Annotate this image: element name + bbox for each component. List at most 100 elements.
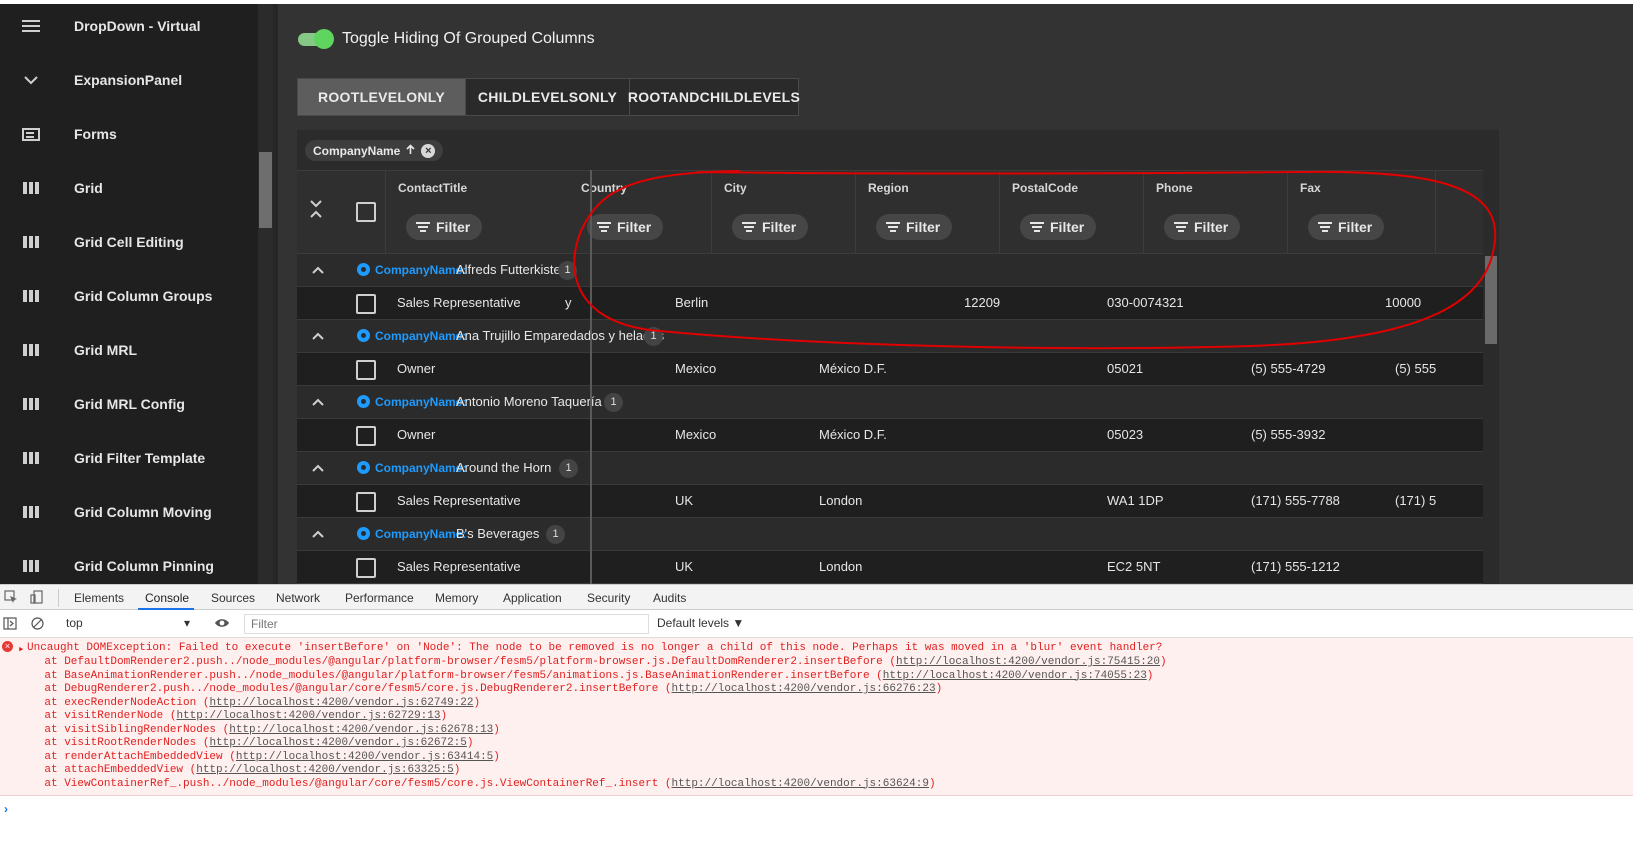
sidebar-item-grid-column-groups[interactable]: Grid Column Groups [0,268,258,324]
stack-frame-link[interactable]: http://localhost:4200/vendor.js:62672:5 [209,737,466,749]
stack-frame-link[interactable]: http://localhost:4200/vendor.js:75415:20 [896,656,1160,668]
expand-triangle-icon[interactable]: ▸ [18,642,25,656]
table-row[interactable]: Sales Representative UK London EC2 5NT (… [297,551,1483,584]
group-row[interactable]: CompanyName: Alfreds Futterkiste 1 [297,254,1483,287]
sidebar-item-grid-mrl[interactable]: Grid MRL [0,322,258,378]
sidebar-item-dropdown-virtual[interactable]: DropDown - Virtual [0,4,258,54]
table-row[interactable]: Sales Representative UK London WA1 1DP (… [297,485,1483,518]
stack-frame-link[interactable]: http://localhost:4200/vendor.js:66276:23 [672,683,936,695]
sidebar-item-grid-column-moving[interactable]: Grid Column Moving [0,484,258,540]
collapse-all-groups-icon[interactable] [309,199,323,221]
eye-icon[interactable] [214,617,230,632]
console-prompt[interactable]: › [4,802,8,816]
sidebar-scrollbar-thumb[interactable] [259,152,272,228]
chevron-up-icon[interactable] [311,458,325,479]
column-header-country[interactable]: Country Filter [567,171,711,253]
filter-button[interactable]: Filter [1020,214,1097,240]
row-checkbox[interactable] [356,294,376,314]
column-header-region[interactable]: Region Filter [855,171,999,253]
row-checkbox[interactable] [356,360,376,380]
sidebar-item-grid-cell-editing[interactable]: Grid Cell Editing [0,214,258,270]
group-row[interactable]: CompanyName: Around the Horn 1 [297,452,1483,485]
chevron-up-icon[interactable] [311,260,325,281]
grid-header: ContactTitle Filter Country Filter City … [297,170,1483,254]
group-row[interactable]: CompanyName: B's Beverages 1 [297,518,1483,551]
table-row[interactable]: Owner Mexico México D.F. 05021 (5) 555-4… [297,353,1483,386]
cell-phone: (171) 555-1212 [1251,559,1340,574]
filter-button[interactable]: Filter [587,214,664,240]
column-header-city[interactable]: City Filter [711,171,855,253]
device-toolbar-icon[interactable] [30,590,44,607]
chevron-up-icon[interactable] [311,326,325,347]
stack-frame-link[interactable]: http://localhost:4200/vendor.js:63414:5 [236,751,493,763]
error-message[interactable]: Uncaught DOMException: Failed to execute… [27,642,1162,654]
stack-frame-link[interactable]: http://localhost:4200/vendor.js:74055:23 [883,670,1147,682]
stack-frame-link[interactable]: http://localhost:4200/vendor.js:62678:13 [229,724,493,736]
stack-frame-link[interactable]: http://localhost:4200/vendor.js:62749:22 [209,697,473,709]
filter-button[interactable]: Filter [1308,214,1385,240]
sidebar-item-grid[interactable]: Grid [0,160,258,216]
tab-network[interactable]: Network [276,591,320,605]
row-checkbox[interactable] [356,426,376,446]
clear-console-icon[interactable] [31,617,44,633]
filter-icon [416,222,430,232]
hide-grouped-columns-toggle[interactable] [298,28,334,50]
column-header-phone[interactable]: Phone Filter [1143,171,1287,253]
log-levels-dropdown[interactable]: Default levels ▼ [657,616,744,630]
stack-frame-link[interactable]: http://localhost:4200/vendor.js:62729:13 [176,710,440,722]
remove-group-icon[interactable]: × [421,143,436,158]
context-selector[interactable]: top ▾ [66,616,196,630]
inspect-element-icon[interactable] [4,590,18,607]
table-row[interactable]: Owner Mexico México D.F. 05023 (5) 555-3… [297,419,1483,452]
sidebar-toggle-icon[interactable] [3,617,17,633]
sidebar-item-grid-mrl-config[interactable]: Grid MRL Config [0,376,258,432]
group-row[interactable]: CompanyName: Antonio Moreno Taquería 1 [297,386,1483,419]
arrow-up-icon[interactable] [405,143,416,158]
error-icon: × [2,641,13,652]
childlevelsonly-button[interactable]: CHILDLEVELSONLY [466,79,630,115]
sidebar-item-expansionpanel[interactable]: ExpansionPanel [0,52,258,108]
column-header-fax[interactable]: Fax Filter [1287,171,1435,253]
rootlevelonly-button[interactable]: ROOTLEVELONLY [298,79,466,115]
group-icon [357,329,370,342]
grid-vertical-scrollbar[interactable] [1483,254,1499,584]
column-header-contacttitle[interactable]: ContactTitle Filter [385,171,591,253]
filter-button[interactable]: Filter [406,214,483,240]
row-checkbox[interactable] [356,558,376,578]
group-chip-companyname[interactable]: CompanyName × [305,140,444,161]
table-row[interactable]: Sales Representative y Berlin 12209 030-… [297,287,1483,320]
tab-console[interactable]: Console [145,591,189,605]
grid-scrollbar-thumb[interactable] [1485,256,1497,344]
stack-trace-line: at DefaultDomRenderer2.push../node_modul… [18,656,1167,668]
row-checkbox[interactable] [356,492,376,512]
chevron-up-icon[interactable] [311,392,325,413]
sidebar-item-grid-filter-template[interactable]: Grid Filter Template [0,430,258,486]
select-all-checkbox[interactable] [356,202,376,222]
console-output: × ▸ Uncaught DOMException: Failed to exe… [0,638,1633,796]
tab-audits[interactable]: Audits [653,591,686,605]
tab-sources[interactable]: Sources [211,591,255,605]
console-filter-input[interactable] [244,614,649,634]
stack-frame-link[interactable]: http://localhost:4200/vendor.js:63624:9 [672,778,929,790]
rootandchildlevels-button[interactable]: ROOTANDCHILDLEVELS [628,79,800,115]
stack-frame-link[interactable]: http://localhost:4200/vendor.js:63325:5 [196,764,453,776]
group-row[interactable]: CompanyName: Ana Trujillo Emparedados y … [297,320,1483,353]
filter-icon [1030,222,1044,232]
tab-elements[interactable]: Elements [74,591,124,605]
grid-icon [16,290,46,302]
sidebar-item-forms[interactable]: Forms [0,106,258,162]
tab-memory[interactable]: Memory [435,591,478,605]
sidebar-item-grid-column-pinning[interactable]: Grid Column Pinning [0,538,258,584]
context-value: top [66,616,83,630]
filter-button[interactable]: Filter [876,214,953,240]
tab-application[interactable]: Application [503,591,562,605]
filter-button[interactable]: Filter [732,214,809,240]
tab-performance[interactable]: Performance [345,591,414,605]
filter-label: Filter [906,219,941,235]
cell-postalcode: 05021 [1107,361,1144,376]
tab-security[interactable]: Security [587,591,630,605]
chevron-up-icon[interactable] [311,524,325,545]
column-header-postalcode[interactable]: PostalCode Filter [999,171,1143,253]
sidebar-scrollbar[interactable] [258,4,273,584]
filter-button[interactable]: Filter [1164,214,1241,240]
